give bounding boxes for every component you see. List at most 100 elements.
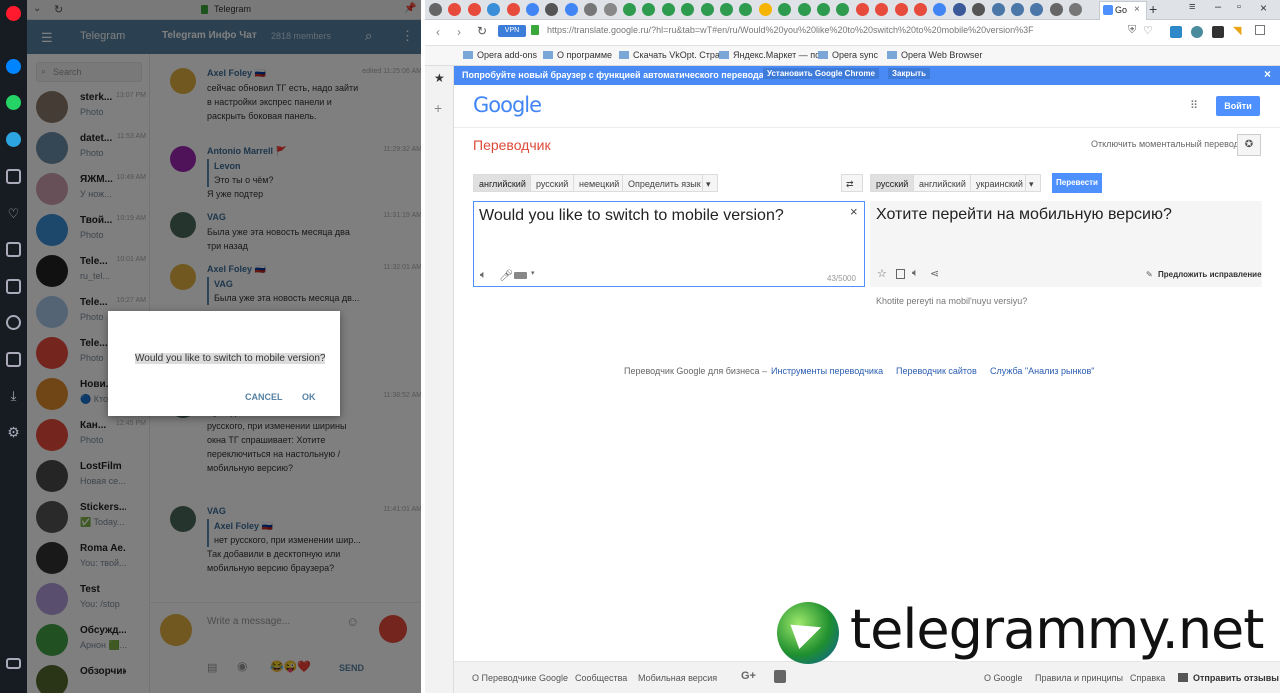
tab-favicon-icon[interactable] [991,3,1005,16]
tab-favicon-icon[interactable] [1049,3,1063,16]
vpn-badge-icon[interactable]: VPN [498,25,526,37]
instant-off-link[interactable]: Отключить моментальный перевод [1091,139,1239,149]
share-icon[interactable]: ⋖ [930,267,939,280]
maximize-icon[interactable]: ▫ [1237,1,1241,13]
google-plus-icon[interactable]: G+ [741,670,756,682]
suggest-edit-link[interactable]: Предложить исправление [1158,270,1262,279]
signin-button[interactable]: Войти [1216,96,1260,116]
src-lang-russian[interactable]: русский [530,174,575,192]
downloads-icon[interactable]: ⤓ [6,388,21,403]
tab-favicon-icon[interactable] [681,3,695,16]
tabs-icon[interactable] [6,279,21,294]
tab-favicon-icon[interactable] [467,3,481,16]
footer-link[interactable]: Правила и принципы [1035,673,1123,683]
src-lang-german[interactable]: немецкий [573,174,626,192]
rss-icon[interactable]: ◥ [1233,24,1241,37]
tab-favicon-icon[interactable] [894,3,908,16]
extension-icon[interactable] [1212,26,1224,38]
bookmark-item[interactable]: Яндекс.Маркет — по [719,50,820,60]
history-icon[interactable] [6,315,21,330]
speed-dial-icon[interactable] [6,169,21,184]
extension-icon[interactable] [1255,25,1265,35]
source-text[interactable]: Would you like to switch to mobile versi… [479,207,784,225]
tab-favicon-icon[interactable] [584,3,598,16]
forward-icon[interactable]: › [457,25,461,39]
cancel-button[interactable]: CANCEL [245,392,283,402]
back-icon[interactable]: ‹ [436,25,440,39]
settings-icon[interactable]: ⚙ [6,425,21,440]
speaker-icon[interactable]: 🔈︎ [480,269,487,282]
opera-logo-icon[interactable] [6,6,21,21]
tab-favicon-icon[interactable] [758,3,772,16]
sidebar-toggle-icon[interactable] [6,658,21,669]
tab-favicon-icon[interactable] [914,3,927,16]
tab-favicon-icon[interactable] [642,3,656,16]
close-window-icon[interactable]: × [1260,1,1267,15]
footer-link[interactable]: О Google [984,673,1023,683]
tab-favicon-icon[interactable] [855,3,869,16]
tab-favicon-icon[interactable] [720,3,733,16]
star-icon[interactable]: ✪ [1237,134,1261,156]
copy-icon[interactable] [896,269,905,279]
footer-link[interactable]: Сообщества [575,673,627,683]
tab-favicon-icon[interactable] [661,3,675,16]
business-link-sites[interactable]: Переводчик сайтов [896,366,977,376]
star-icon[interactable]: ☆ [877,267,887,280]
star-icon[interactable]: ★ [434,71,445,85]
messenger-icon[interactable] [6,59,21,74]
heart-icon[interactable]: ♡ [1143,24,1153,37]
chevron-down-icon[interactable]: ▾ [702,174,718,192]
footer-link[interactable]: Справка [1130,673,1165,683]
extensions-icon[interactable] [6,352,21,367]
ok-button[interactable]: OK [302,392,316,402]
reload-icon[interactable]: ↻ [477,24,487,38]
whatsapp-icon[interactable] [6,95,21,110]
tab-favicon-icon[interactable] [778,3,792,16]
source-textarea[interactable]: Would you like to switch to mobile versi… [473,201,865,287]
dst-lang-english[interactable]: английский [913,174,972,192]
tab-favicon-icon[interactable] [603,3,617,16]
tab-favicon-icon[interactable] [972,3,986,16]
tab-favicon-icon[interactable] [545,3,559,16]
extension-icon[interactable] [1191,26,1203,38]
clear-icon[interactable]: × [850,204,858,219]
bookmark-item[interactable]: Opera Web Browser [887,50,982,60]
tab-favicon-icon[interactable] [1069,3,1083,16]
tab-favicon-icon[interactable] [448,3,462,16]
bookmark-item[interactable]: Opera sync [818,50,878,60]
tab-favicon-icon[interactable] [836,3,850,16]
bookmark-item[interactable]: Скачать VkOpt. Стра [619,50,720,60]
extension-icon[interactable] [1170,26,1182,38]
heart-icon[interactable]: ♡ [6,206,21,221]
chevron-down-icon[interactable]: ▾ [531,269,535,277]
tab-favicon-icon[interactable] [797,3,811,16]
shield-icon[interactable]: ⛨ [1128,24,1136,37]
telegram-icon[interactable] [6,132,21,147]
tab-favicon-icon[interactable] [526,3,539,16]
install-chrome-button[interactable]: Установить Google Chrome [763,68,879,79]
minimize-icon[interactable]: – [1215,1,1221,13]
business-link-markets[interactable]: Служба "Анализ рынков" [990,366,1094,376]
menu-icon[interactable]: ≡ [1189,1,1195,13]
keyboard-icon[interactable] [514,272,527,279]
url-field[interactable]: https://translate.google.ru/?hl=ru&tab=w… [547,25,1117,35]
news-icon[interactable] [6,242,21,257]
bookmark-item[interactable]: Opera add-ons [463,50,537,60]
google-logo[interactable]: Google [473,93,542,117]
new-tab-icon[interactable]: + [1149,1,1157,17]
close-icon[interactable]: × [1264,67,1271,81]
dst-lang-ukrainian[interactable]: украинский [970,174,1029,192]
swap-icon[interactable]: ⇄ [841,174,863,192]
speaker-icon[interactable]: 🔈︎ [912,267,919,280]
feedback-link[interactable]: Отправить отзывы [1193,673,1279,683]
tab-favicon-icon[interactable] [952,3,966,16]
tab-favicon-icon[interactable] [700,3,714,16]
active-tab[interactable]: Go × [1099,1,1147,20]
chevron-down-icon[interactable]: ▾ [1025,174,1041,192]
translate-button[interactable]: Перевести [1052,173,1102,193]
tab-favicon-icon[interactable] [623,3,636,16]
blogger-icon[interactable] [774,670,786,683]
tab-favicon-icon[interactable] [1030,3,1044,16]
tab-favicon-icon[interactable] [487,3,501,16]
dst-lang-russian[interactable]: русский [870,174,915,192]
